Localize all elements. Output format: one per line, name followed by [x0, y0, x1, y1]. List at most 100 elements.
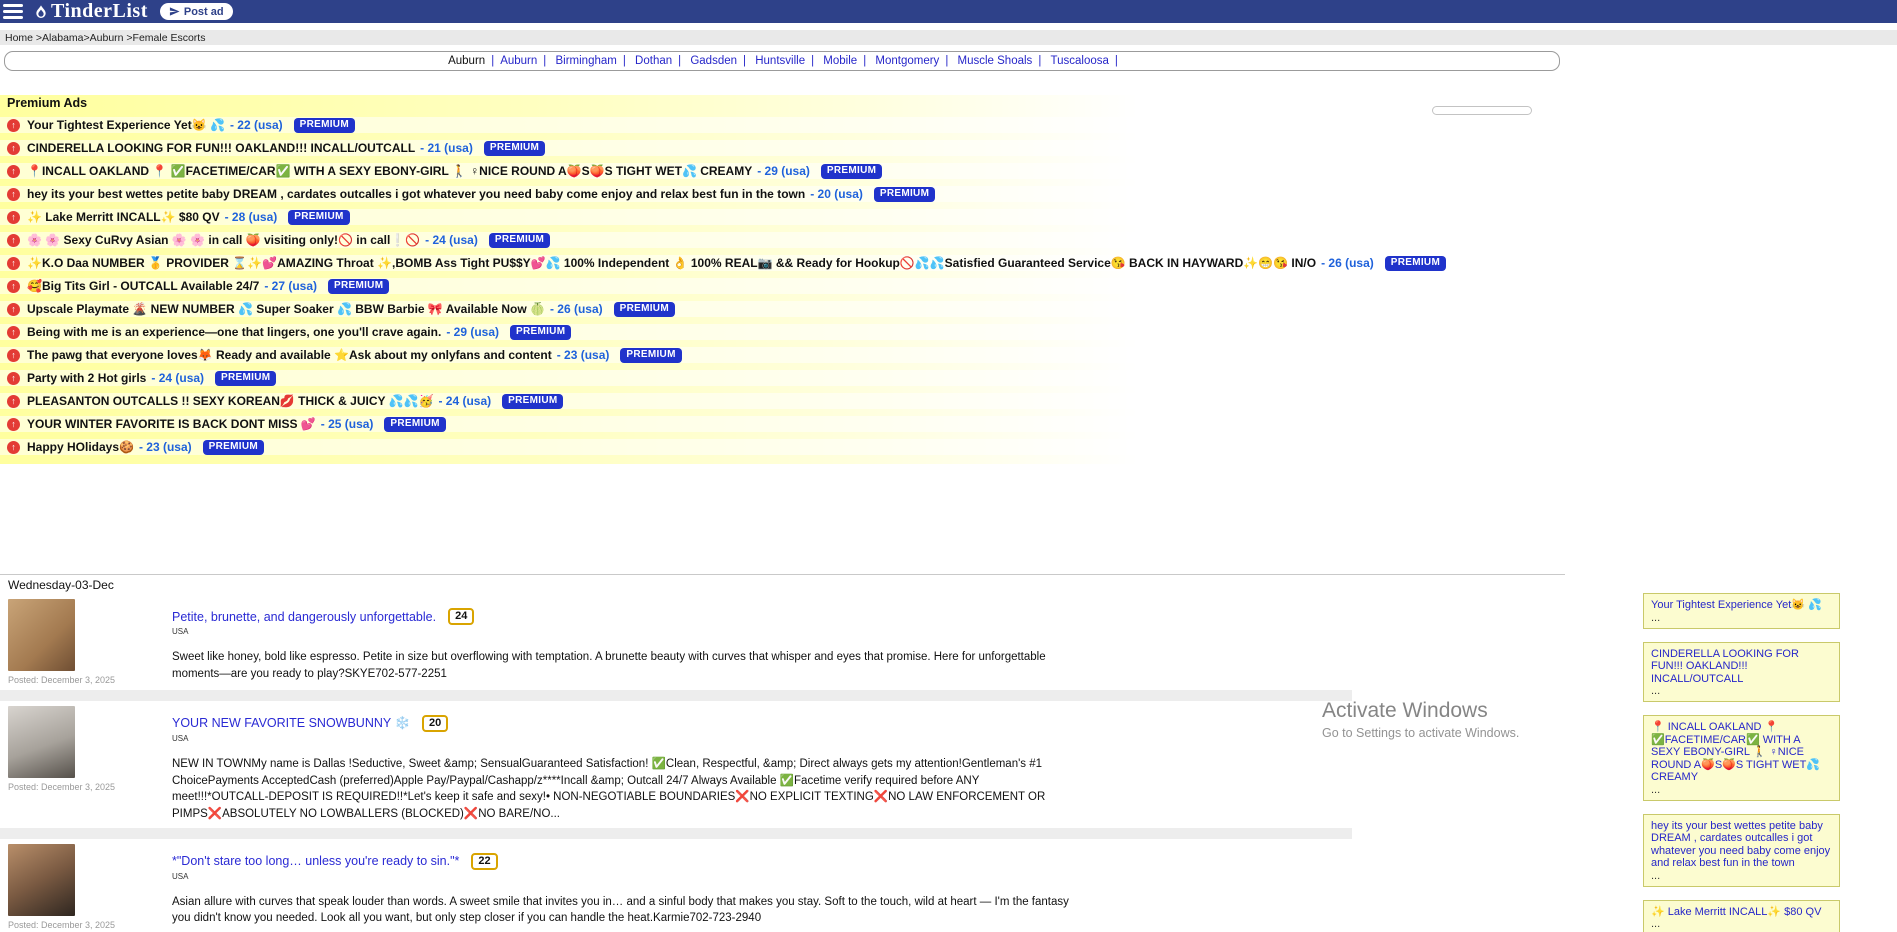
arrow-up-icon: ↑: [7, 441, 20, 454]
listing-description: NEW IN TOWNMy name is Dallas !Seductive,…: [172, 756, 1077, 823]
premium-ad-row[interactable]: ↑ 📍INCALL OAKLAND 📍 ✅FACETIME/CAR✅ WITH …: [0, 163, 1897, 179]
city-link[interactable]: Tuscaloosa: [1051, 55, 1109, 67]
sidebar-ad-box[interactable]: ✨ Lake Merritt INCALL✨ $80 QV ...: [1643, 900, 1840, 932]
premium-badge: PREMIUM: [489, 233, 550, 248]
premium-badge: PREMIUM: [203, 440, 264, 455]
sidebar-ad-title[interactable]: CINDERELLA LOOKING FOR FUN!!! OAKLAND!!!…: [1651, 648, 1832, 686]
arrow-up-icon: ↑: [7, 326, 20, 339]
premium-ad-title[interactable]: Party with 2 Hot girls: [27, 371, 146, 385]
premium-ad-title[interactable]: Happy HOlidays🍪: [27, 440, 134, 454]
sidebar-ad-ellipsis: ...: [1651, 612, 1832, 624]
city-link[interactable]: Huntsville: [755, 55, 805, 67]
premium-ad-title[interactable]: Being with me is an experience—one that …: [27, 325, 441, 339]
premium-badge: PREMIUM: [614, 302, 675, 317]
listing-photo[interactable]: [8, 706, 75, 778]
breadcrumb[interactable]: Home >Alabama>Auburn >Female Escorts: [0, 30, 1897, 45]
city-link[interactable]: Birmingham: [555, 55, 616, 67]
premium-ad-age: - 23 (usa): [557, 348, 610, 362]
premium-ad-row[interactable]: ↑ Being with me is an experience—one tha…: [0, 324, 1897, 340]
sidebar-ad-box[interactable]: Your Tightest Experience Yet😺 💦 ...: [1643, 593, 1840, 629]
city-link[interactable]: Mobile: [823, 55, 857, 67]
premium-badge: PREMIUM: [294, 118, 355, 133]
sidebar-ad-box[interactable]: 📍 INCALL OAKLAND 📍 ✅FACETIME/CAR✅ WITH A…: [1643, 715, 1840, 801]
city-nav-box: Auburn | Auburn| Birmingham| Dothan| Gad…: [4, 51, 1560, 71]
scroll-pill[interactable]: [1432, 106, 1532, 115]
listing-row: Posted: December 3, 2025 YOUR NEW FAVORI…: [0, 702, 1897, 823]
premium-ad-row[interactable]: ↑ ✨ Lake Merritt INCALL✨ $80 QV - 28 (us…: [0, 209, 1897, 225]
top-navbar: TinderList Post ad: [0, 0, 1897, 23]
listing-title-row: Petite, brunette, and dangerously unforg…: [172, 608, 1077, 625]
premium-ad-row[interactable]: ↑ Party with 2 Hot girls - 24 (usa) PREM…: [0, 370, 1897, 386]
phone-number: SKYE702-577-2251: [345, 668, 447, 680]
listing-separator: [0, 690, 1352, 701]
premium-ad-row[interactable]: ↑ PLEASANTON OUTCALLS !! SEXY KOREAN💋 TH…: [0, 393, 1897, 409]
city-nav-separator: |: [743, 55, 746, 67]
post-ad-button[interactable]: Post ad: [160, 3, 233, 20]
hamburger-menu-icon[interactable]: [3, 4, 23, 19]
city-nav-separator: |: [811, 55, 814, 67]
sidebar-ad-ellipsis: ...: [1651, 784, 1832, 796]
premium-ad-age: - 28 (usa): [225, 210, 278, 224]
premium-ad-row[interactable]: ↑ Happy HOlidays🍪 - 23 (usa) PREMIUM: [0, 439, 1897, 455]
premium-ad-title[interactable]: 📍INCALL OAKLAND 📍 ✅FACETIME/CAR✅ WITH A …: [27, 164, 752, 178]
sidebar-ad-title[interactable]: ✨ Lake Merritt INCALL✨ $80 QV: [1651, 906, 1832, 919]
arrow-up-icon: ↑: [7, 349, 20, 362]
post-ad-label: Post ad: [184, 6, 224, 18]
premium-ad-title[interactable]: PLEASANTON OUTCALLS !! SEXY KOREAN💋 THIC…: [27, 394, 433, 408]
city-link[interactable]: Muscle Shoals: [958, 55, 1033, 67]
city-link[interactable]: Montgomery: [875, 55, 939, 67]
sidebar-ad-title[interactable]: hey its your best wettes petite baby DRE…: [1651, 820, 1832, 870]
premium-ads-header: Premium Ads: [0, 95, 1897, 111]
arrow-up-icon: ↑: [7, 165, 20, 178]
sidebar-ad-title[interactable]: 📍 INCALL OAKLAND 📍 ✅FACETIME/CAR✅ WITH A…: [1651, 721, 1832, 784]
premium-ad-title[interactable]: The pawg that everyone loves🦊 Ready and …: [27, 348, 552, 362]
listing-title-link[interactable]: Petite, brunette, and dangerously unforg…: [172, 610, 436, 624]
premium-badge: PREMIUM: [215, 371, 276, 386]
arrow-up-icon: ↑: [7, 142, 20, 155]
sidebar-ad-ellipsis: ...: [1651, 918, 1832, 930]
sidebar-ad-box[interactable]: hey its your best wettes petite baby DRE…: [1643, 814, 1840, 887]
premium-ad-age: - 21 (usa): [420, 141, 473, 155]
city-link[interactable]: Gadsden: [690, 55, 737, 67]
premium-ad-row[interactable]: ↑ Upscale Playmate 🌋 NEW NUMBER 💦 Super …: [0, 301, 1897, 317]
premium-ad-title[interactable]: 🥰Big Tits Girl - OUTCALL Available 24/7: [27, 279, 259, 293]
premium-ad-row[interactable]: ↑ CINDERELLA LOOKING FOR FUN!!! OAKLAND!…: [0, 140, 1897, 156]
premium-ads-list: ↑ Your Tightest Experience Yet😺 💦 - 22 (…: [0, 117, 1897, 455]
premium-ad-row[interactable]: ↑ 🌸 🌸 Sexy CuRvy Asian 🌸 🌸 in call 🍑 vis…: [0, 232, 1897, 248]
listing-title-link[interactable]: YOUR NEW FAVORITE SNOWBUNNY ❄️: [172, 716, 410, 731]
premium-ad-title[interactable]: ✨K.O Daa NUMBER 🥇 PROVIDER ⌛✨💕AMAZING Th…: [27, 256, 1316, 270]
listing-photo[interactable]: [8, 844, 75, 916]
sidebar-ad-title[interactable]: Your Tightest Experience Yet😺 💦: [1651, 599, 1832, 612]
premium-ad-row[interactable]: ↑ hey its your best wettes petite baby D…: [0, 186, 1897, 202]
listing-description: Asian allure with curves that speak loud…: [172, 894, 1077, 927]
city-link[interactable]: Auburn: [500, 55, 537, 67]
premium-ad-row[interactable]: ↑ ✨K.O Daa NUMBER 🥇 PROVIDER ⌛✨💕AMAZING …: [0, 255, 1897, 271]
premium-ad-title[interactable]: 🌸 🌸 Sexy CuRvy Asian 🌸 🌸 in call 🍑 visit…: [27, 233, 420, 247]
posted-date: Posted: December 3, 2025: [8, 675, 172, 685]
posted-date: Posted: December 3, 2025: [8, 782, 172, 792]
arrow-up-icon: ↑: [7, 211, 20, 224]
premium-ad-row[interactable]: ↑ YOUR WINTER FAVORITE IS BACK DONT MISS…: [0, 416, 1897, 432]
sidebar-ad-box[interactable]: CINDERELLA LOOKING FOR FUN!!! OAKLAND!!!…: [1643, 642, 1840, 703]
city-link[interactable]: Dothan: [635, 55, 672, 67]
premium-ad-row[interactable]: ↑ The pawg that everyone loves🦊 Ready an…: [0, 347, 1897, 363]
premium-ad-title[interactable]: ✨ Lake Merritt INCALL✨ $80 QV: [27, 210, 220, 224]
listing-row: Posted: December 3, 2025 Petite, brunett…: [0, 595, 1897, 685]
premium-ad-row[interactable]: ↑ Your Tightest Experience Yet😺 💦 - 22 (…: [0, 117, 1897, 133]
premium-badge: PREMIUM: [288, 210, 349, 225]
listing-content: *"Don't stare too long… unless you're re…: [172, 844, 1077, 930]
phone-number: Karmie702-723-2940: [653, 912, 761, 924]
premium-ad-age: - 24 (usa): [151, 371, 204, 385]
listing-title-link[interactable]: *"Don't stare too long… unless you're re…: [172, 854, 459, 868]
premium-ad-title[interactable]: Your Tightest Experience Yet😺 💦: [27, 118, 225, 132]
premium-ad-title[interactable]: hey its your best wettes petite baby DRE…: [27, 187, 805, 201]
brand-logo[interactable]: TinderList: [33, 0, 148, 23]
premium-ad-title[interactable]: YOUR WINTER FAVORITE IS BACK DONT MISS 💕: [27, 417, 316, 431]
premium-ad-title[interactable]: Upscale Playmate 🌋 NEW NUMBER 💦 Super So…: [27, 302, 545, 316]
premium-ad-age: - 26 (usa): [1321, 256, 1374, 270]
listing-photo[interactable]: [8, 599, 75, 671]
premium-ad-row[interactable]: ↑ 🥰Big Tits Girl - OUTCALL Available 24/…: [0, 278, 1897, 294]
premium-ad-age: - 25 (usa): [321, 417, 374, 431]
premium-ad-title[interactable]: CINDERELLA LOOKING FOR FUN!!! OAKLAND!!!…: [27, 141, 415, 155]
city-nav-separator: |: [491, 55, 494, 67]
